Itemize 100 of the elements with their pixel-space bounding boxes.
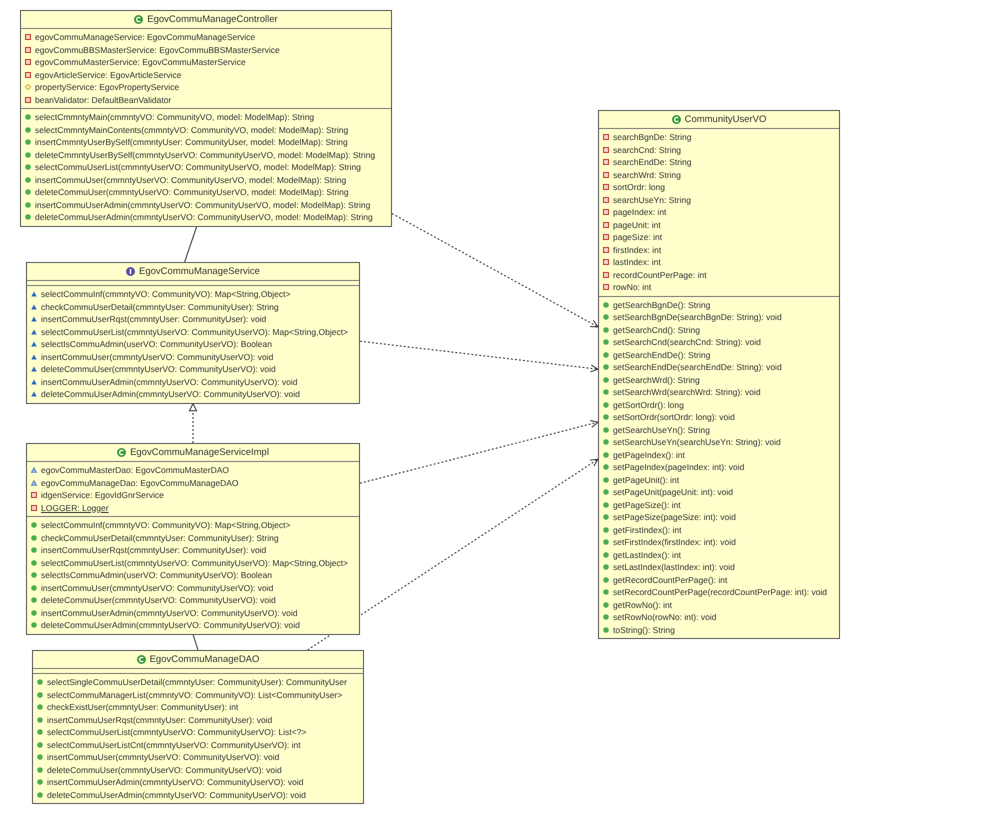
attribute-text: recordCountPerPage: int bbox=[613, 268, 707, 281]
method-text: deleteCommuUser(cmmntyUserVO: CommunityUserVO): void bbox=[47, 764, 282, 776]
method-text: setSortOrdr(sortOrdr: long): void bbox=[613, 411, 735, 424]
circle-icon bbox=[603, 539, 609, 546]
class-icon bbox=[136, 655, 146, 664]
square-icon bbox=[603, 146, 609, 153]
method-text: selectSingleCommuUserDetail(cmmntyUser: CommunityUser): CommunityUser bbox=[47, 676, 347, 688]
method-text: setSearchEndDe(searchEndDe: String): void bbox=[613, 361, 782, 374]
attribute-text: egovCommuMasterService: EgovCommuMasterService bbox=[35, 56, 246, 68]
attribute-text: egovCommuBBSMasterService: EgovCommuBBSMasterService bbox=[35, 44, 280, 56]
attribute-text: searchBgnDe: String bbox=[613, 131, 692, 144]
circle-icon bbox=[603, 376, 609, 383]
attribute-text: egovArticleService: EgovArticleService bbox=[35, 68, 182, 81]
circle-icon bbox=[31, 622, 37, 628]
method-text: setPageSize(pageSize: int): void bbox=[613, 511, 736, 524]
attribute-text: searchEndDe: String bbox=[613, 156, 692, 168]
circle-icon bbox=[37, 679, 43, 686]
circle-icon bbox=[31, 572, 37, 578]
method-text: selectCmmntyMain(cmmntyVO: CommunityVO, model: ModelMap): String bbox=[35, 111, 314, 124]
attribute-text: egovCommuManageService: EgovCommuManageService bbox=[35, 31, 256, 44]
circle-icon bbox=[37, 704, 43, 710]
method-text: selectCommuUserList(cmmntyUserVO: CommunityUserVO): Map<String,Object> bbox=[41, 556, 348, 569]
method-text: setRowNo(rowNo: int): void bbox=[613, 611, 716, 624]
method-text: selectCommuInf(cmmntyVO: CommunityVO): Map<String,Object> bbox=[41, 288, 290, 300]
square-icon bbox=[25, 59, 31, 66]
method-text: setPageIndex(pageIndex: int): void bbox=[613, 461, 744, 474]
circle-icon bbox=[603, 464, 609, 470]
class-name: EgovCommuManageDAO bbox=[150, 654, 260, 665]
method-text: getSearchUseYn(): String bbox=[613, 424, 710, 436]
method-text: deleteCommuUserAdmin(cmmntyUserVO: CommunityUserVO, model: ModelMap): String bbox=[35, 211, 373, 224]
attribute-text: rowNo: int bbox=[613, 281, 652, 294]
method-text: insertCommuUserRqst(cmmntyUser: CommunityUser): void bbox=[41, 313, 266, 326]
circle-icon bbox=[37, 754, 43, 760]
square-icon bbox=[603, 134, 609, 140]
association-line bbox=[192, 634, 198, 650]
circle-icon bbox=[25, 114, 31, 120]
circle-icon bbox=[31, 534, 37, 541]
circle-icon bbox=[603, 602, 609, 608]
square-icon bbox=[603, 159, 609, 166]
method-text: getSearchBgnDe(): String bbox=[613, 298, 710, 311]
circle-icon bbox=[603, 414, 609, 420]
square-icon bbox=[603, 284, 609, 290]
method-text: setSearchUseYn(searchUseYn: String): void bbox=[613, 436, 781, 448]
attribute-text: idgenService: EgovIdGnrService bbox=[41, 489, 164, 502]
circle-icon bbox=[603, 502, 609, 508]
circle-icon bbox=[25, 152, 31, 158]
circle-icon bbox=[603, 614, 609, 620]
method-text: selectCommuUserList(cmmntyUserVO: CommunityUserVO): Map<String,Object> bbox=[41, 326, 348, 338]
method-text: deleteCommuUser(cmmntyUserVO: CommunityUserVO, model: ModelMap): String bbox=[35, 186, 349, 198]
class-name: CommunityUserVO bbox=[684, 114, 766, 125]
square-icon bbox=[603, 272, 609, 278]
circle-icon bbox=[37, 729, 43, 736]
circle-icon bbox=[25, 202, 31, 208]
method-text: selectCommuUserList(cmmntyUserVO: CommunityUserVO, model: ModelMap): String bbox=[35, 161, 361, 174]
square-icon bbox=[603, 246, 609, 253]
circle-icon bbox=[31, 610, 37, 616]
class-name: EgovCommuManageServiceImpl bbox=[130, 447, 269, 458]
circle-icon bbox=[603, 326, 609, 333]
square-icon bbox=[603, 222, 609, 228]
attribute-text: pageSize: int bbox=[613, 231, 662, 244]
attribute-text: sortOrdr: long bbox=[613, 181, 665, 194]
method-text: deleteCmmntyUserBySelf(cmmntyUserVO: CommunityUserVO, model: ModelMap): String bbox=[35, 148, 376, 161]
attribute-text: propertyService: EgovPropertyService bbox=[35, 81, 180, 94]
class-icon bbox=[117, 448, 126, 457]
class-name: EgovCommuManageController bbox=[147, 14, 278, 25]
method-text: insertCommuUserAdmin(cmmntyUserVO: CommunityUserVO): void bbox=[41, 376, 298, 388]
class-icon bbox=[134, 15, 144, 24]
method-text: setSearchCnd(searchCnd: String): void bbox=[613, 336, 761, 348]
circle-icon bbox=[603, 352, 609, 358]
method-text: deleteCommuUserAdmin(cmmntyUserVO: CommunityUserVO): void bbox=[41, 388, 300, 400]
circle-icon bbox=[31, 597, 37, 604]
circle-icon bbox=[31, 522, 37, 528]
circle-icon bbox=[603, 489, 609, 496]
method-text: insertCmmntyUserBySelf(cmmntyUser: CommunityUser, model: ModelMap): String bbox=[35, 136, 348, 148]
circle-icon bbox=[25, 139, 31, 146]
method-text: checkCommuUserDetail(cmmntyUser: CommunityUser): String bbox=[41, 532, 279, 544]
method-text: setRecordCountPerPage(recordCountPerPage: int): void bbox=[613, 586, 828, 598]
method-text: getFirstIndex(): int bbox=[613, 524, 682, 536]
circle-icon bbox=[31, 560, 37, 566]
circle-icon bbox=[603, 552, 609, 558]
method-text: setSearchBgnDe(searchBgnDe: String): void bbox=[613, 311, 782, 324]
method-text: deleteCommuUser(cmmntyUserVO: CommunityUserVO): void bbox=[41, 594, 276, 606]
method-text: deleteCommuUser(cmmntyUserVO: CommunityUserVO): void bbox=[41, 363, 276, 376]
square-icon bbox=[25, 46, 31, 53]
method-text: insertCommuUser(cmmntyUserVO: CommunityUserVO): void bbox=[41, 350, 274, 363]
interface-icon bbox=[126, 267, 136, 276]
circle-icon bbox=[603, 526, 609, 533]
circle-icon bbox=[603, 314, 609, 320]
method-text: insertCommuUserAdmin(cmmntyUserVO: CommunityUserVO): void bbox=[47, 776, 304, 788]
circle-icon bbox=[37, 779, 43, 786]
square-icon bbox=[603, 234, 609, 240]
attribute-text: egovCommuMasterDao: EgovCommuMasterDAO bbox=[41, 464, 230, 476]
circle-icon bbox=[603, 364, 609, 370]
method-text: getPageUnit(): int bbox=[613, 474, 680, 486]
circle-icon bbox=[37, 766, 43, 773]
attribute-text: pageIndex: int bbox=[613, 206, 666, 218]
circle-icon bbox=[603, 626, 609, 633]
square-icon bbox=[603, 259, 609, 266]
circle-icon bbox=[603, 339, 609, 346]
circle-icon bbox=[37, 692, 43, 698]
